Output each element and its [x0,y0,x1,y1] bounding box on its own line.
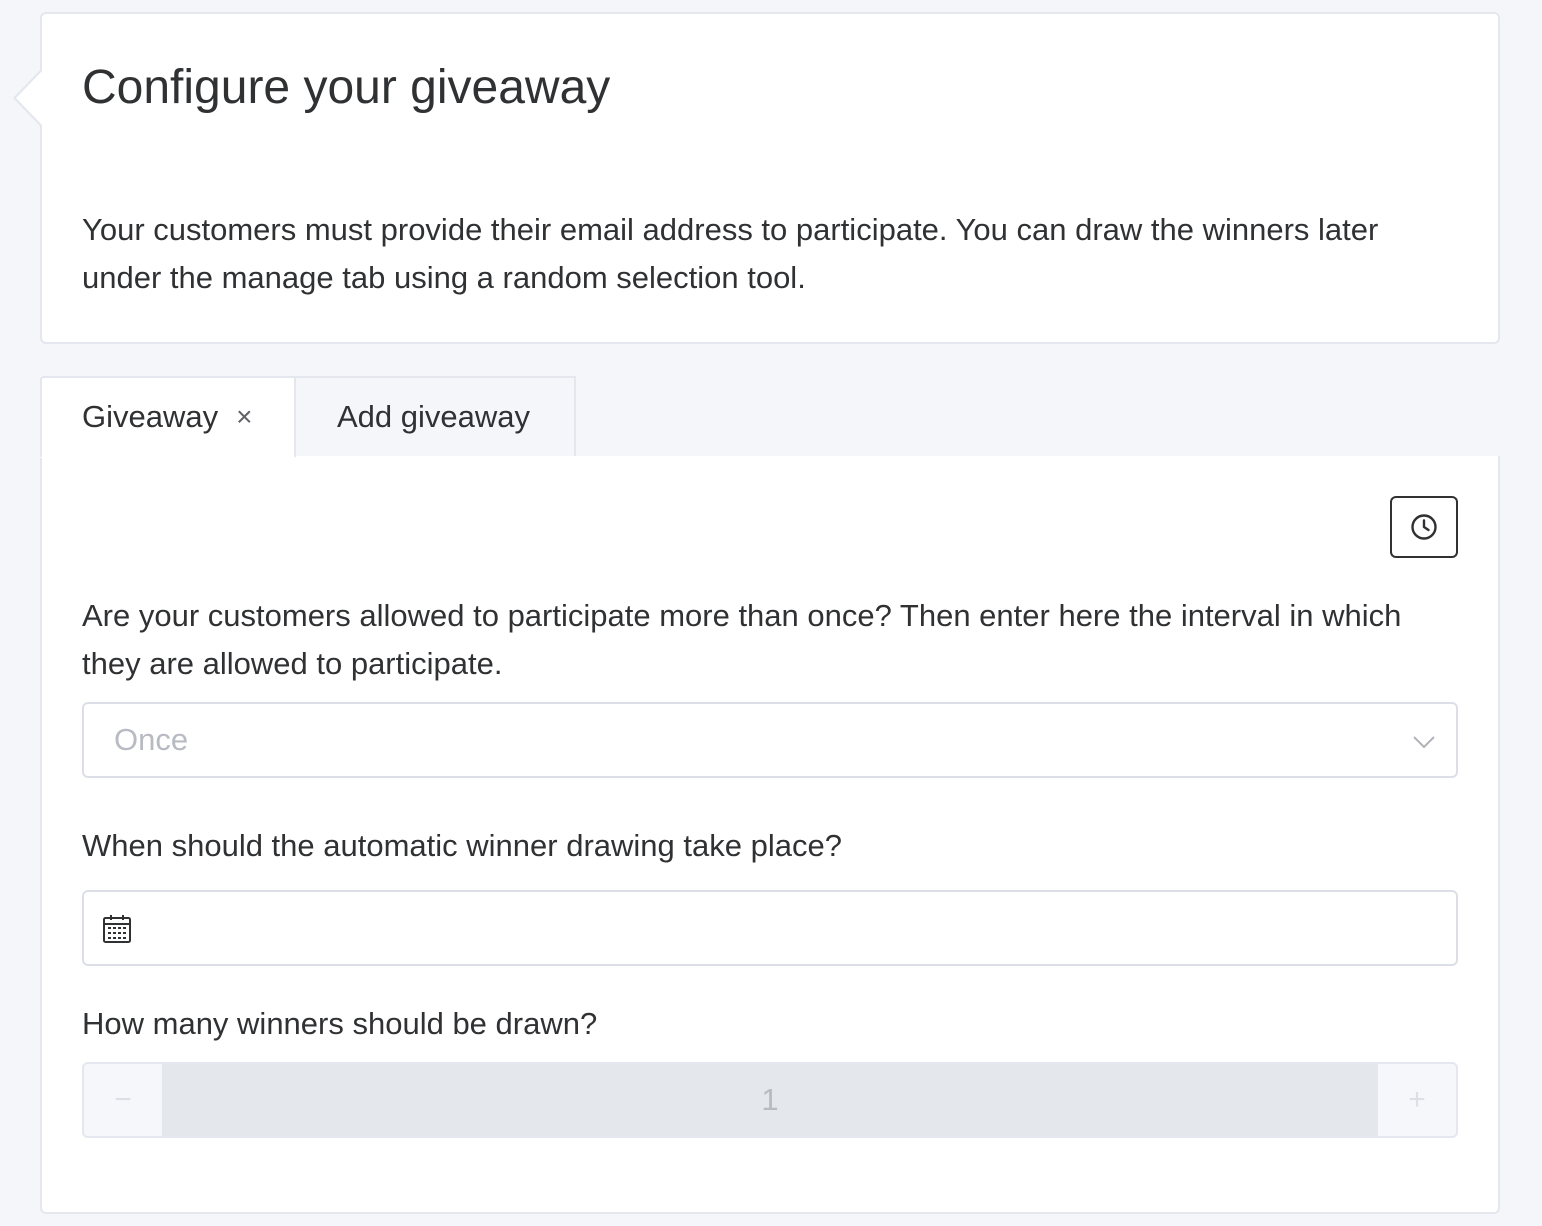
winners-count-input[interactable]: 1 [164,1064,1376,1136]
decrement-button[interactable]: − [84,1064,164,1136]
tab-bar: Giveaway × Add giveaway [40,376,1500,458]
tab-giveaway-label: Giveaway [82,399,219,434]
interval-select-value: Once [114,722,189,757]
winners-stepper: − 1 + [82,1062,1458,1138]
tab-add-giveaway[interactable]: Add giveaway [294,376,576,458]
calendar-icon [103,915,131,943]
schedule-button[interactable] [1390,496,1458,558]
tab-panel-giveaway: Are your customers allowed to participat… [40,456,1500,1214]
interval-question: Are your customers allowed to participat… [82,598,1402,681]
page-title: Configure your giveaway [82,61,611,114]
tab-giveaway[interactable]: Giveaway × [40,376,296,458]
close-icon[interactable]: × [236,403,252,431]
giveaway-tabs-card: Giveaway × Add giveaway Are your custome… [40,376,1500,1214]
tab-add-giveaway-label: Add giveaway [337,399,531,434]
info-description: Your customers must provide their email … [82,212,1379,295]
increment-button[interactable]: + [1376,1064,1456,1136]
drawing-date-input[interactable] [82,890,1458,966]
interval-select[interactable]: Once [82,702,1458,778]
drawing-question: When should the automatic winner drawing… [82,828,842,863]
giveaway-info-card: Configure your giveaway Your customers m… [13,12,1500,344]
clock-icon [1411,514,1437,540]
winners-question: How many winners should be drawn? [82,1006,598,1041]
chevron-down-icon [1413,736,1435,749]
